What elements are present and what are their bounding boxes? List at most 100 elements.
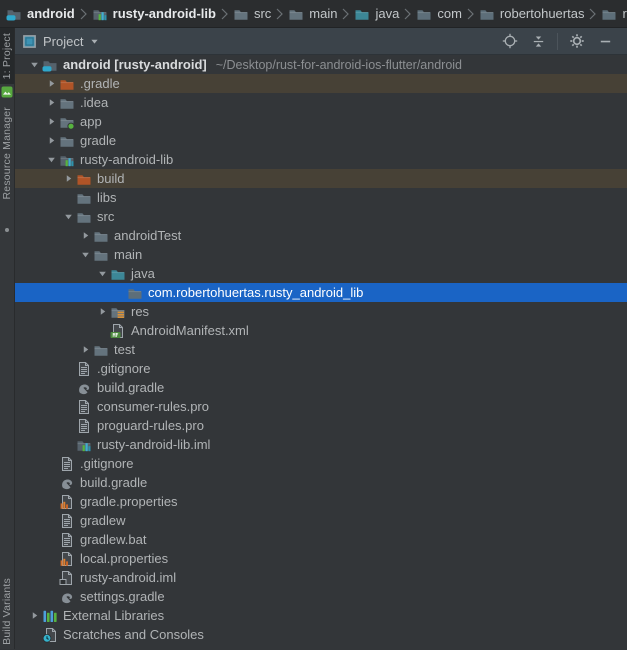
tree-row-local-properties[interactable]: local.properties <box>15 549 627 568</box>
tree-row-label: proguard-rules.pro <box>97 418 204 433</box>
tree-row-build-gradle[interactable]: build.gradle <box>15 473 627 492</box>
tree-row-java[interactable]: java <box>15 264 627 283</box>
breadcrumb-item-android[interactable]: android <box>6 6 75 22</box>
tree-row-android-rusty-android[interactable]: android [rusty-android] ~/Desktop/rust-fo… <box>15 55 627 74</box>
tree-row-app[interactable]: app <box>15 112 627 131</box>
expand-arrow-icon[interactable] <box>27 610 42 621</box>
tree-row-gradle[interactable]: .gradle <box>15 74 627 93</box>
locate-file-button[interactable] <box>501 32 519 50</box>
tree-row-gradlew[interactable]: gradlew <box>15 511 627 530</box>
breadcrumb-item-rusty-andr[interactable]: rusty_andr <box>601 6 627 22</box>
settings-button[interactable] <box>568 32 586 50</box>
chevron-down-icon[interactable] <box>88 33 100 49</box>
breadcrumb-item-robertohuertas[interactable]: robertohuertas <box>479 6 584 22</box>
tree-row-consumer-rules-pro[interactable]: consumer-rules.pro <box>15 397 627 416</box>
breadcrumb: android rusty-android-lib src main java com ro… <box>0 0 627 28</box>
expand-arrow-icon[interactable] <box>95 306 110 317</box>
tree-row-label: res <box>131 304 150 319</box>
stripe-tab-resource-manager[interactable]: Resource Manager <box>0 102 14 205</box>
collapse-arrow-icon[interactable] <box>27 59 42 70</box>
tree-row-external-libraries[interactable]: External Libraries <box>15 606 627 625</box>
tree-row-label: gradlew.bat <box>80 532 147 547</box>
folder-icon <box>76 190 92 206</box>
breadcrumb-item-src[interactable]: src <box>233 6 271 22</box>
tree-row-settings-gradle[interactable]: settings.gradle <box>15 587 627 606</box>
collapse-arrow-icon[interactable] <box>61 211 76 222</box>
gradle-icon <box>76 380 92 396</box>
tree-row-rusty-android-lib-iml[interactable]: rusty-android-lib.iml <box>15 435 627 454</box>
stripe-tab-build-variants[interactable]: Build Variants <box>0 573 14 650</box>
expand-arrow-icon[interactable] <box>44 78 59 89</box>
tree-row-androidtest[interactable]: androidTest <box>15 226 627 245</box>
collapse-all-button[interactable] <box>529 32 547 50</box>
tree-row-label: com.robertohuertas.rusty_android_lib <box>148 285 364 300</box>
tree-row-gradle[interactable]: gradle <box>15 131 627 150</box>
tree-row-scratches-and-consoles[interactable]: Scratches and Consoles <box>15 625 627 644</box>
tree-row-build-gradle[interactable]: build.gradle <box>15 378 627 397</box>
tree-row-gradle-properties[interactable]: gradle.properties <box>15 492 627 511</box>
folder-excluded-icon <box>76 171 92 187</box>
expand-arrow-icon[interactable] <box>44 116 59 127</box>
panel-title[interactable]: Project <box>43 34 83 49</box>
tree-row-build[interactable]: build <box>15 169 627 188</box>
tree-row-main[interactable]: main <box>15 245 627 264</box>
project-view-icon <box>21 33 37 49</box>
expand-arrow-icon[interactable] <box>78 230 93 241</box>
tree-row-label: main <box>114 247 143 262</box>
tree-row-label: consumer-rules.pro <box>97 399 209 414</box>
tree-row-rusty-android-iml[interactable]: rusty-android.iml <box>15 568 627 587</box>
breadcrumb-separator-icon <box>276 8 284 20</box>
tree-row-gradlew-bat[interactable]: gradlew.bat <box>15 530 627 549</box>
tree-row-rusty-android-lib[interactable]: rusty-android-lib <box>15 150 627 169</box>
folder-icon <box>76 209 92 225</box>
tree-row-label: Scratches and Consoles <box>63 627 204 642</box>
tree-row-androidmanifest-xml[interactable]: MF AndroidManifest.xml <box>15 321 627 340</box>
collapse-arrow-icon[interactable] <box>78 249 93 260</box>
tree-row-src[interactable]: src <box>15 207 627 226</box>
expand-arrow-icon[interactable] <box>61 173 76 184</box>
tree-row-label: build <box>97 171 125 186</box>
properties-icon <box>59 494 75 510</box>
tree-row-gitignore[interactable]: .gitignore <box>15 359 627 378</box>
tree-row-test[interactable]: test <box>15 340 627 359</box>
breadcrumb-item-rusty-android-lib[interactable]: rusty-android-lib <box>92 6 216 22</box>
package-icon <box>127 285 143 301</box>
res-folder-icon <box>110 304 126 320</box>
module-icon <box>59 152 75 168</box>
file-icon <box>76 399 92 415</box>
tree-row-idea[interactable]: .idea <box>15 93 627 112</box>
expand-arrow-icon[interactable] <box>78 344 93 355</box>
stripe-tab-project[interactable]: 1: Project <box>0 28 14 85</box>
tree-row-gitignore[interactable]: .gitignore <box>15 454 627 473</box>
breadcrumb-item-com[interactable]: com <box>416 6 462 22</box>
tree-row-com-robertohuertas-rusty-android-lib[interactable]: com.robertohuertas.rusty_android_lib <box>15 283 627 302</box>
project-panel-header: Project <box>15 28 627 55</box>
tree-row-label: java <box>131 266 155 281</box>
resource-manager-icon[interactable] <box>1 86 13 98</box>
collapse-arrow-icon[interactable] <box>44 154 59 165</box>
java-folder-icon <box>110 266 126 282</box>
expand-arrow-icon[interactable] <box>44 97 59 108</box>
breadcrumb-label: main <box>309 6 338 21</box>
collapse-arrow-icon[interactable] <box>95 268 110 279</box>
file-icon <box>76 418 92 434</box>
tree-row-proguard-rules-pro[interactable]: proguard-rules.pro <box>15 416 627 435</box>
tree-row-libs[interactable]: libs <box>15 188 627 207</box>
tree-row-label: test <box>114 342 135 357</box>
expand-arrow-icon[interactable] <box>44 135 59 146</box>
tree-row-label: AndroidManifest.xml <box>131 323 249 338</box>
properties-icon <box>59 551 75 567</box>
tree-row-res[interactable]: res <box>15 302 627 321</box>
breadcrumb-item-java[interactable]: java <box>354 6 399 22</box>
breadcrumb-item-main[interactable]: main <box>288 6 337 22</box>
tree-row-label: gradle <box>80 133 117 148</box>
hide-panel-button[interactable] <box>596 32 614 50</box>
file-icon <box>59 456 75 472</box>
